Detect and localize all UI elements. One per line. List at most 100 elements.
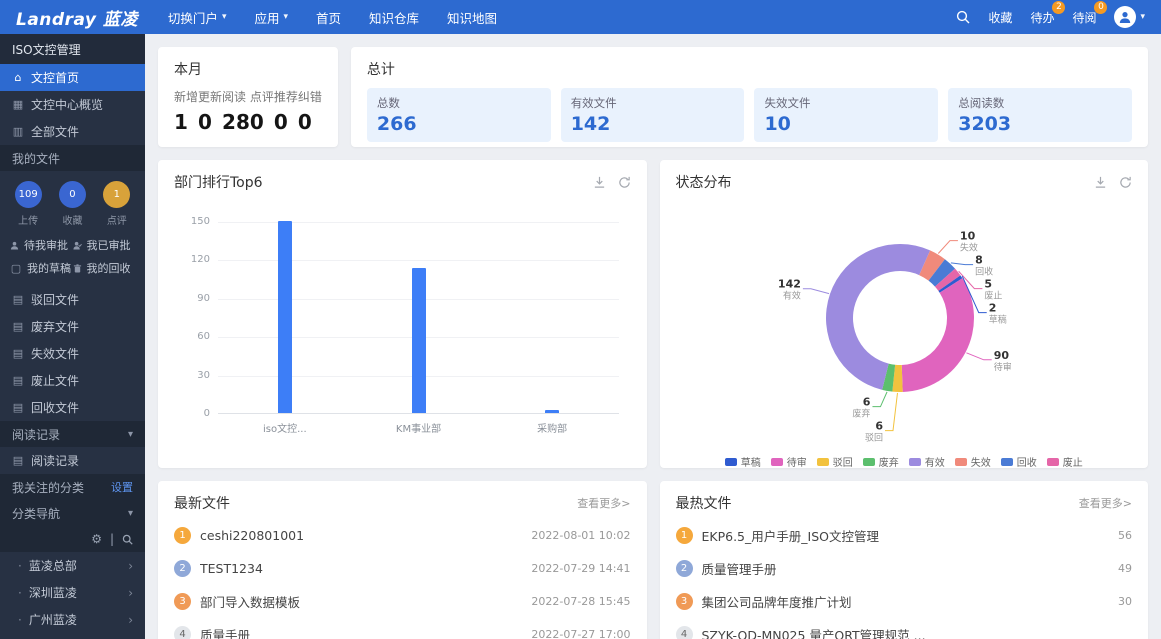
legend-label: 驳回 <box>833 454 853 468</box>
stat-comments[interactable]: 1 点评 <box>103 181 130 227</box>
label-connector <box>951 263 973 265</box>
card-title: 本月 <box>174 59 322 79</box>
stat-favorites[interactable]: 0 收藏 <box>59 181 86 227</box>
list-item[interactable]: 2 质量管理手册 49 <box>676 552 1133 585</box>
y-axis-tick: 90 <box>176 293 210 304</box>
total-stats: 总数 266 有效文件 142 失效文件 10 总阅读数 3203 <box>367 88 1132 142</box>
nav-item-home[interactable]: 首页 <box>316 8 341 27</box>
list-item[interactable]: 1 ceshi220801001 2022-08-01 10:02 <box>174 519 631 552</box>
card-title: 部门排行Top6 <box>174 172 263 192</box>
person-icon <box>10 241 19 250</box>
download-icon[interactable] <box>593 176 606 189</box>
bar[interactable] <box>545 410 559 413</box>
latest-files-card: 最新文件 查看更多> 1 ceshi220801001 2022-08-01 1… <box>158 481 647 639</box>
sidebar-item-doc-center-overview[interactable]: ▦ 文控中心概览 <box>0 91 145 118</box>
sidebar-item-all-files[interactable]: ▥ 全部文件 <box>0 118 145 145</box>
chevron-right-icon: › <box>128 586 133 600</box>
bullet-icon: · <box>18 586 22 600</box>
chevron-right-icon: › <box>128 559 133 573</box>
search-icon[interactable] <box>122 534 133 545</box>
link-my-drafts[interactable]: ▢ 我的草稿 <box>10 260 73 276</box>
legend-label: 回收 <box>1017 454 1037 468</box>
sidebar-item-abolished-files[interactable]: ▤ 废止文件 <box>0 367 145 394</box>
category-item-hq[interactable]: · 蓝凌总部 › <box>0 552 145 579</box>
nav-item-knowledge-repo[interactable]: 知识仓库 <box>369 8 419 27</box>
view-more-link[interactable]: 查看更多> <box>577 495 630 511</box>
legend-item[interactable]: 失效 <box>955 454 991 468</box>
legend-item[interactable]: 废弃 <box>863 454 899 468</box>
document-icon: ▤ <box>12 293 24 306</box>
card-title: 总计 <box>367 59 1132 79</box>
section-category-nav[interactable]: 分类导航 ▾ <box>0 500 145 526</box>
segment-name-label: 废止 <box>984 290 1002 302</box>
rank-badge: 4 <box>174 626 191 639</box>
stat-uploads[interactable]: 109 上传 <box>15 181 42 227</box>
search-icon[interactable] <box>956 10 970 24</box>
stat-read: 阅读 28 <box>222 88 250 134</box>
link-pending-approval[interactable]: 待我审批 <box>10 237 73 253</box>
gear-icon[interactable]: ⚙ <box>91 532 102 546</box>
bar[interactable] <box>278 221 292 413</box>
legend-item[interactable]: 待审 <box>771 454 807 468</box>
link-approved-by-me[interactable]: 我已审批 <box>73 237 136 253</box>
list-item[interactable]: 3 部门导入数据模板 2022-07-28 15:45 <box>174 585 631 618</box>
bar[interactable] <box>412 268 426 413</box>
sidebar-item-rejected-files[interactable]: ▤ 驳回文件 <box>0 286 145 313</box>
section-reading-records[interactable]: 阅读记录 ▾ <box>0 421 145 447</box>
sidebar-item-doc-home[interactable]: ⌂ 文控首页 <box>0 64 145 91</box>
legend-item[interactable]: 驳回 <box>817 454 853 468</box>
sidebar-item-recycled-files[interactable]: ▤ 回收文件 <box>0 394 145 421</box>
files-icon: ▥ <box>12 125 24 138</box>
medal-icon: 2 <box>676 560 693 577</box>
list-item[interactable]: 4 SZYK-QD-MN025 量产ORT管理规范 ... <box>676 618 1133 639</box>
draft-icon: ▢ <box>10 262 22 275</box>
legend-item[interactable]: 有效 <box>909 454 945 468</box>
nav-item-knowledge-map[interactable]: 知识地图 <box>447 8 497 27</box>
segment-value-label: 90 <box>993 349 1009 362</box>
document-icon: ▤ <box>12 347 24 360</box>
label-connector <box>885 393 898 431</box>
link-my-recycle[interactable]: 我的回收 <box>73 260 136 276</box>
list-item[interactable]: 3 集团公司品牌年度推广计划 30 <box>676 585 1133 618</box>
legend-item[interactable]: 草稿 <box>725 454 761 468</box>
view-more-link[interactable]: 查看更多> <box>1079 495 1132 511</box>
list-item[interactable]: 1 EKP6.5_用户手册_ISO文控管理 56 <box>676 519 1133 552</box>
toread-link[interactable]: 待阅 0 <box>1072 9 1096 26</box>
sidebar-item-discarded-files[interactable]: ▤ 废弃文件 <box>0 313 145 340</box>
sidebar-item-reading-records[interactable]: ▤ 阅读记录 <box>0 447 145 474</box>
bar-chart: 0306090120150iso文控...KM事业部采购部 <box>218 222 619 414</box>
legend-swatch <box>1047 458 1059 466</box>
download-icon[interactable] <box>1094 176 1107 189</box>
todo-link[interactable]: 待办 2 <box>1030 9 1054 26</box>
medal-icon: 1 <box>676 527 693 544</box>
refresh-icon[interactable] <box>1119 176 1132 189</box>
month-stats-card: 本月 新增 1 更新 0 阅读 28 点评 <box>158 47 338 147</box>
nav-item-switch-portal[interactable]: 切换门户 ▾ <box>168 8 227 27</box>
header-actions: 收藏 待办 2 待阅 0 ▾ <box>956 6 1145 28</box>
nav-item-apps[interactable]: 应用 ▾ <box>254 8 288 27</box>
medal-icon: 1 <box>174 527 191 544</box>
sidebar-item-invalid-files[interactable]: ▤ 失效文件 <box>0 340 145 367</box>
legend-item[interactable]: 废止 <box>1047 454 1083 468</box>
refresh-icon[interactable] <box>618 176 631 189</box>
app-logo[interactable]: Landray 蓝凌 <box>16 5 138 30</box>
list-item[interactable]: 2 TEST1234 2022-07-29 14:41 <box>174 552 631 585</box>
favorites-link[interactable]: 收藏 <box>988 9 1012 26</box>
module-title: ISO文控管理 <box>0 34 145 64</box>
list-item[interactable]: 4 质量手册 2022-07-27 17:00 <box>174 618 631 639</box>
legend-item[interactable]: 回收 <box>1001 454 1037 468</box>
chart-toolbar <box>1094 176 1132 189</box>
category-item-shanghai[interactable]: · 上海蓝凌 › <box>0 633 145 639</box>
legend-swatch <box>817 458 829 466</box>
category-item-guangzhou[interactable]: · 广州蓝凌 › <box>0 606 145 633</box>
chevron-down-icon: ▾ <box>283 12 288 22</box>
section-followed-categories: 我关注的分类 设置 <box>0 474 145 500</box>
settings-link[interactable]: 设置 <box>111 479 133 495</box>
category-item-shenzhen[interactable]: · 深圳蓝凌 › <box>0 579 145 606</box>
sidebar: ISO文控管理 ⌂ 文控首页 ▦ 文控中心概览 ▥ 全部文件 我的文件 109 … <box>0 34 145 639</box>
user-menu[interactable]: ▾ <box>1114 6 1145 28</box>
y-axis-tick: 120 <box>176 254 210 265</box>
legend-label: 有效 <box>925 454 945 468</box>
stat-invalid-files: 失效文件 10 <box>754 88 938 142</box>
donut-segment[interactable] <box>901 278 973 392</box>
